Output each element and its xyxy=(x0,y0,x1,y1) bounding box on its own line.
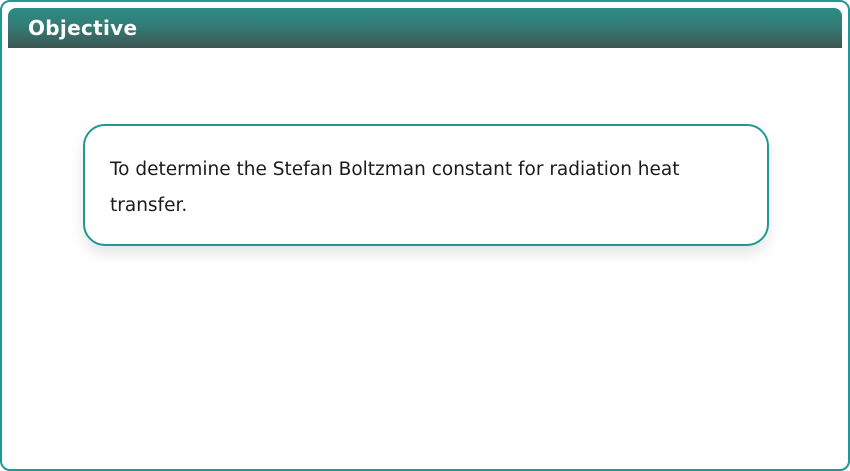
objective-text: To determine the Stefan Boltzman constan… xyxy=(110,159,680,216)
panel-title: Objective xyxy=(28,16,138,40)
objective-panel: Objective To determine the Stefan Boltzm… xyxy=(0,0,850,471)
objective-card: To determine the Stefan Boltzman constan… xyxy=(83,124,769,246)
panel-header: Objective xyxy=(8,8,842,48)
